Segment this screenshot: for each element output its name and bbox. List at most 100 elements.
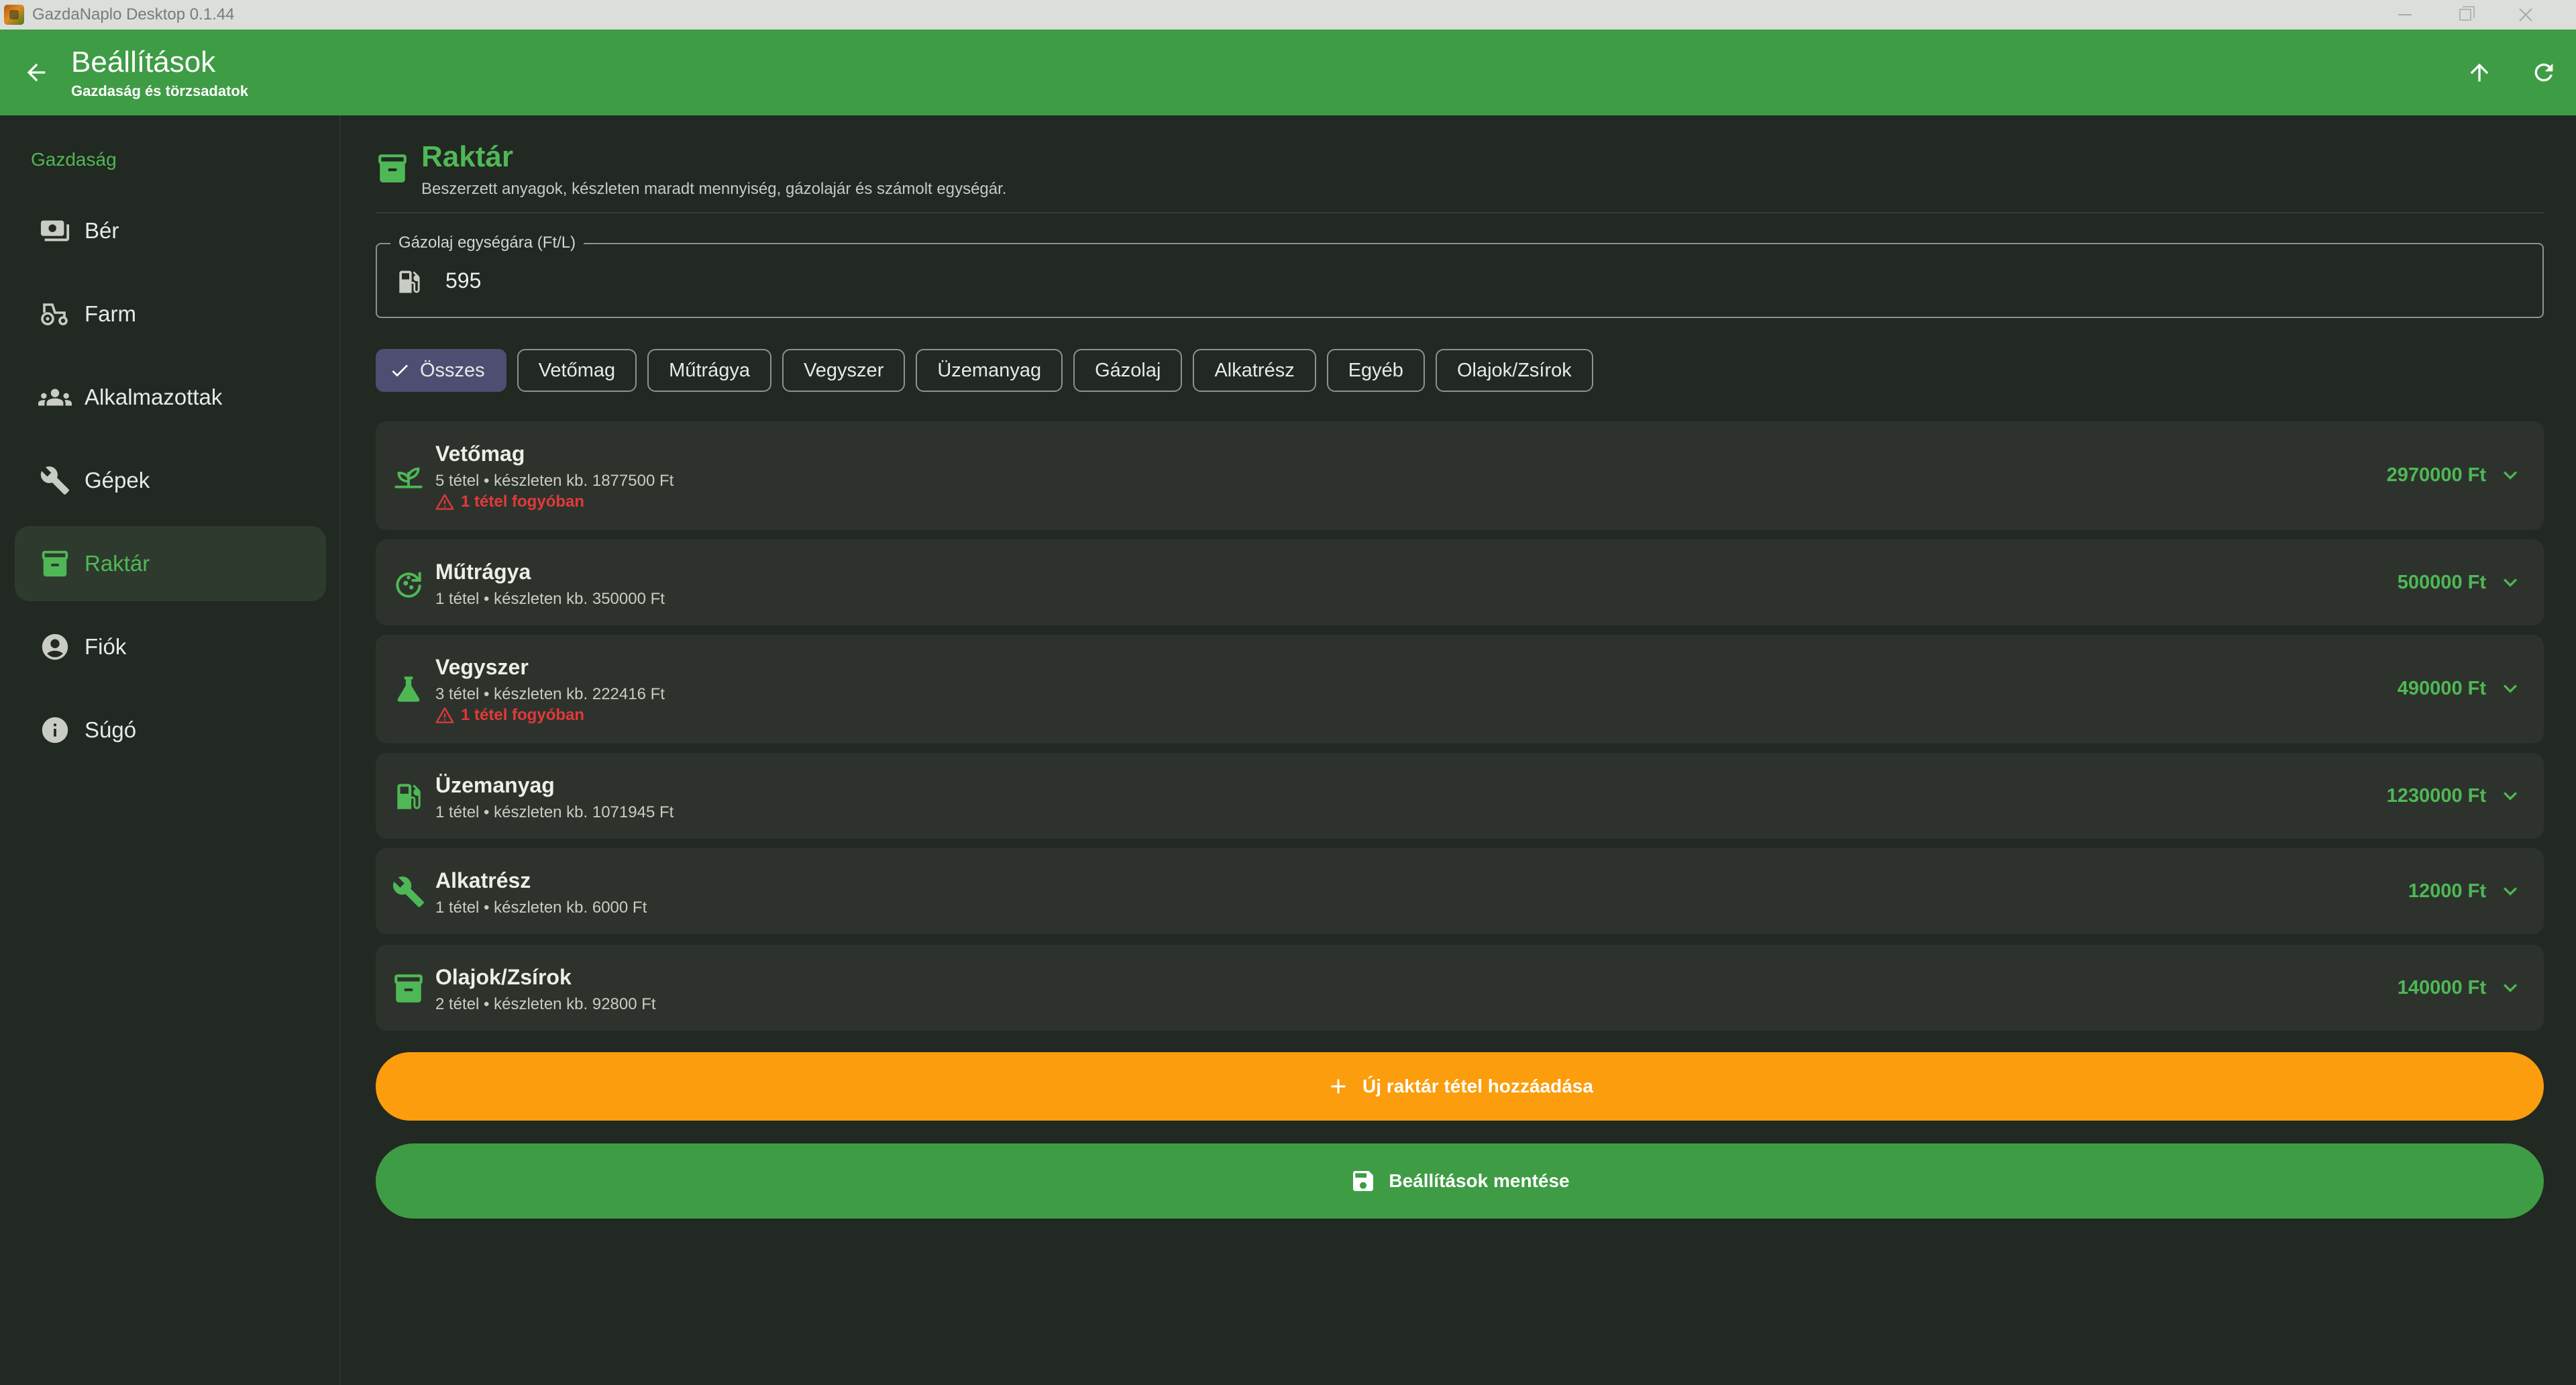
page-subtitle: Gazdaság és törzsadatok xyxy=(71,83,249,99)
sidebar-item-label: Fiók xyxy=(85,634,127,659)
sidebar-item-label: Bér xyxy=(85,218,119,243)
payments-icon xyxy=(35,211,75,251)
sidebar-section-title: Gazdaság xyxy=(31,149,117,170)
filter-chip-label: Összes xyxy=(420,359,485,381)
category-total: 500000 Ft xyxy=(2397,572,2486,593)
category-total: 12000 Ft xyxy=(2408,880,2486,902)
flask-icon xyxy=(397,676,420,702)
category-card-mutragya[interactable]: Műtrágya 1 tétel • készleten kb. 350000 … xyxy=(376,540,2544,625)
chevron-down-icon xyxy=(2504,684,2517,693)
refresh-button[interactable] xyxy=(2528,56,2560,89)
warning-triangle-icon xyxy=(435,494,454,510)
people-icon xyxy=(35,377,75,417)
upload-button[interactable] xyxy=(2463,56,2496,89)
close-icon xyxy=(2519,8,2532,21)
wrench-icon xyxy=(392,876,424,907)
filter-chip-olajok-zsirok[interactable]: Olajok/Zsírok xyxy=(1435,349,1593,392)
arrow-back-icon xyxy=(27,63,46,82)
inventory-box-icon xyxy=(394,974,423,1003)
account-circle-icon xyxy=(35,627,75,667)
info-icon xyxy=(35,710,75,750)
filter-chip-egyeb[interactable]: Egyéb xyxy=(1326,349,1425,392)
category-name: Vetőmag xyxy=(435,442,525,466)
filter-chip-uzemanyag[interactable]: Üzemanyag xyxy=(916,349,1063,392)
header-titles: Beállítások Gazdaság és törzsadatok xyxy=(71,45,248,100)
category-name: Alkatrész xyxy=(435,868,531,892)
sidebar: Gazdaság Bér Farm Alkalmazottak Gépek Ra… xyxy=(0,115,341,1385)
category-name: Olajok/Zsírok xyxy=(435,965,572,989)
filter-chip-vetomag[interactable]: Vetőmag xyxy=(517,349,637,392)
category-total: 1230000 Ft xyxy=(2386,785,2486,807)
check-icon xyxy=(392,364,408,377)
close-window-button[interactable] xyxy=(2496,0,2556,30)
filter-chip-label: Üzemanyag xyxy=(937,359,1042,381)
sidebar-item-alkalmazottak[interactable]: Alkalmazottak xyxy=(15,360,326,435)
window-title: GazdaNaplo Desktop 0.1.44 xyxy=(32,5,235,23)
category-total: 490000 Ft xyxy=(2397,678,2486,699)
category-card-uzemanyag[interactable]: Üzemanyag 1 tétel • készleten kb. 107194… xyxy=(376,753,2544,839)
inventory-box-icon xyxy=(35,544,75,584)
sidebar-item-farm[interactable]: Farm xyxy=(15,276,326,352)
warning-triangle-icon xyxy=(435,707,454,723)
page-title: Beállítások xyxy=(71,46,216,79)
category-total: 2970000 Ft xyxy=(2386,464,2486,486)
low-stock-warning: 1 tétel fogyóban xyxy=(435,493,584,511)
fuel-price-label: Gázolaj egységára (Ft/L) xyxy=(390,234,584,252)
sidebar-item-label: Súgó xyxy=(85,717,137,742)
sidebar-item-ber[interactable]: Bér xyxy=(15,193,326,268)
category-meta: 2 tétel • készleten kb. 92800 Ft xyxy=(435,995,656,1013)
sidebar-item-sugo[interactable]: Súgó xyxy=(15,692,326,768)
app-header: Beállítások Gazdaság és törzsadatok xyxy=(0,30,2576,115)
filter-chip-osszes[interactable]: Összes xyxy=(376,349,506,392)
maximize-button[interactable] xyxy=(2435,0,2496,30)
category-meta: 1 tétel • készleten kb. 350000 Ft xyxy=(435,590,665,608)
chevron-down-icon xyxy=(2504,984,2517,992)
fuel-price-field[interactable]: Gázolaj egységára (Ft/L) xyxy=(376,234,2544,318)
category-card-alkatresz[interactable]: Alkatrész 1 tétel • készleten kb. 6000 F… xyxy=(376,848,2544,934)
filter-chip-vegyszer[interactable]: Vegyszer xyxy=(782,349,906,392)
category-meta: 5 tétel • készleten kb. 1877500 Ft xyxy=(435,472,674,490)
chevron-down-icon xyxy=(2504,471,2517,480)
category-card-vetomag[interactable]: Vetőmag 5 tétel • készleten kb. 1877500 … xyxy=(376,421,2544,530)
arrow-upward-icon xyxy=(2470,63,2489,82)
category-card-olajok-zsirok[interactable]: Olajok/Zsírok 2 tétel • készleten kb. 92… xyxy=(376,945,2544,1031)
chevron-down-icon xyxy=(2504,887,2517,896)
add-inventory-item-button[interactable]: Új raktár tétel hozzáadása xyxy=(376,1052,2544,1121)
category-meta: 3 tétel • készleten kb. 222416 Ft xyxy=(435,685,665,703)
app-logo-icon xyxy=(4,5,24,25)
filter-chip-label: Gázolaj xyxy=(1095,359,1161,381)
low-stock-text: 1 tétel fogyóban xyxy=(461,493,585,511)
sidebar-item-fiok[interactable]: Fiók xyxy=(15,609,326,684)
back-button[interactable] xyxy=(20,56,52,89)
filter-chip-gazolaj[interactable]: Gázolaj xyxy=(1073,349,1183,392)
fuel-pump-icon xyxy=(397,784,421,809)
minimize-button[interactable] xyxy=(2375,0,2435,30)
chevron-down-icon xyxy=(2504,792,2517,801)
minimize-icon xyxy=(2398,14,2412,15)
wrench-icon xyxy=(35,460,75,501)
save-settings-label: Beállítások mentése xyxy=(1389,1170,1570,1191)
filter-chip-label: Vetőmag xyxy=(538,359,616,381)
filter-chip-mutragya[interactable]: Műtrágya xyxy=(647,349,772,392)
filter-chip-alkatresz[interactable]: Alkatrész xyxy=(1193,349,1316,392)
category-name: Vegyszer xyxy=(435,655,529,679)
divider xyxy=(376,212,2544,213)
sidebar-item-label: Farm xyxy=(85,301,136,326)
category-name: Műtrágya xyxy=(435,560,531,584)
category-card-vegyszer[interactable]: Vegyszer 3 tétel • készleten kb. 222416 … xyxy=(376,635,2544,743)
sidebar-item-raktar[interactable]: Raktár xyxy=(15,526,326,601)
add-inventory-item-label: Új raktár tétel hozzáadása xyxy=(1362,1076,1593,1096)
refresh-icon xyxy=(2534,63,2553,82)
fuel-price-input[interactable] xyxy=(445,262,2458,299)
save-settings-button[interactable]: Beállítások mentése xyxy=(376,1143,2544,1219)
section-header: Raktár Beszerzett anyagok, készleten mar… xyxy=(376,138,1006,199)
category-filter-chips: Összes Vetőmag Műtrágya Vegyszer Üzemany… xyxy=(376,349,1593,392)
category-meta: 1 tétel • készleten kb. 6000 Ft xyxy=(435,899,647,917)
section-header-text: Raktár Beszerzett anyagok, készleten mar… xyxy=(409,138,1006,199)
sidebar-item-gepek[interactable]: Gépek xyxy=(15,443,326,518)
filter-chip-label: Olajok/Zsírok xyxy=(1456,359,1572,381)
section-title: Raktár xyxy=(421,140,513,173)
section-description: Beszerzett anyagok, készleten maradt men… xyxy=(421,180,1007,198)
filter-chip-label: Egyéb xyxy=(1348,359,1403,381)
chevron-down-icon xyxy=(2504,578,2517,587)
